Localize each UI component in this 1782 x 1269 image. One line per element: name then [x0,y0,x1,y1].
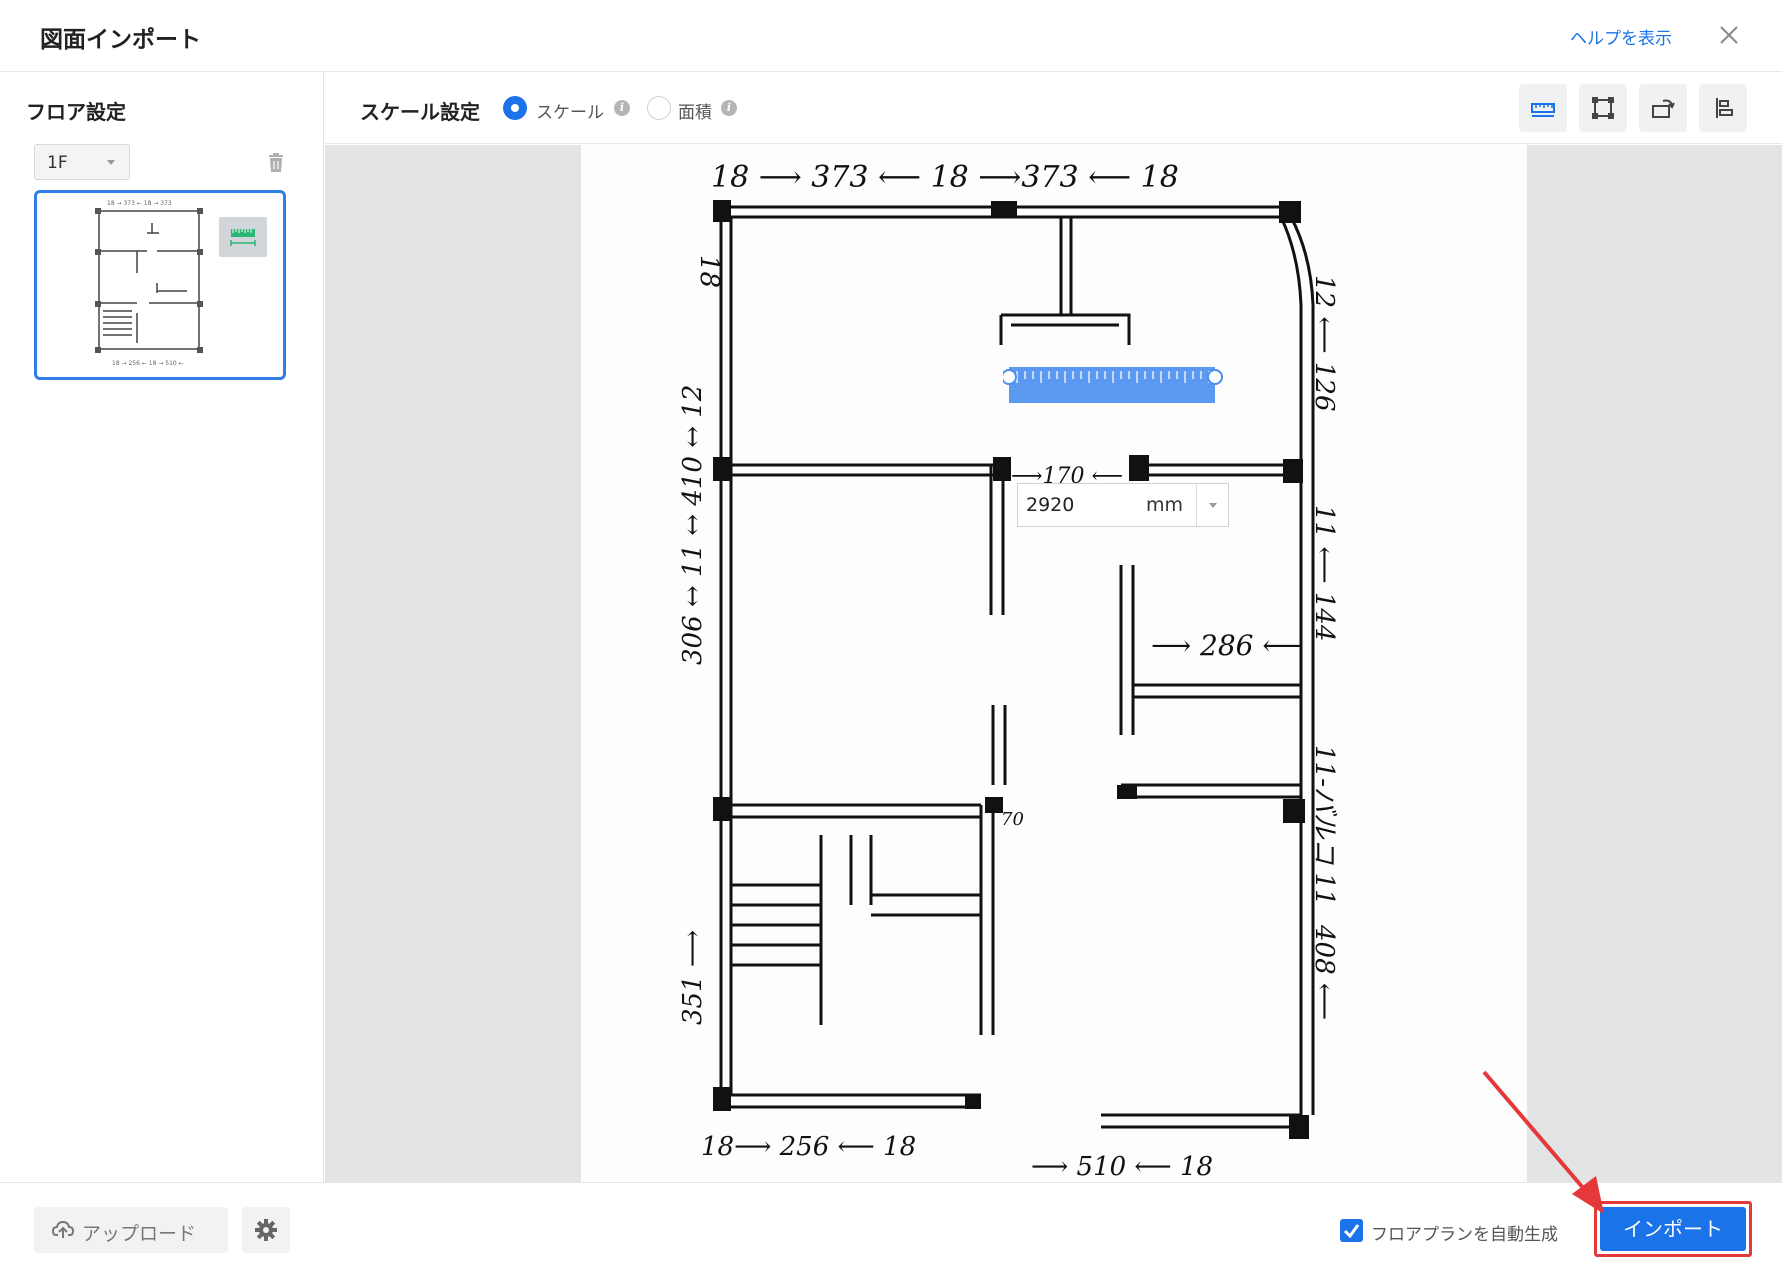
upload-button[interactable]: アップロード [34,1207,228,1253]
auto-generate-checkbox[interactable] [1340,1219,1363,1242]
svg-text:18 ⟶ 373 ⟵ 18 ⟶373 ⟵ 18: 18 ⟶ 373 ⟵ 18 ⟶373 ⟵ 18 [711,160,1179,195]
scale-radio[interactable] [503,96,527,120]
chevron-down-icon [107,160,115,165]
scale-radio-label[interactable]: スケール [536,98,604,123]
svg-text:70: 70 [1001,809,1024,830]
svg-text:12 ⟵ 126: 12 ⟵ 126 [1309,275,1339,412]
plan-canvas[interactable]: 18 ⟶ 373 ⟵ 18 ⟶373 ⟵ 18 18⟶ 256 ⟵ 18 ⟶ 5… [325,145,1782,1182]
svg-text:⟶ 510 ⟵ 18: ⟶ 510 ⟵ 18 [1031,1152,1213,1182]
svg-text:18⟶ 256 ⟵ 18: 18⟶ 256 ⟵ 18 [701,1132,916,1162]
svg-text:408 ⟵: 408 ⟵ [1309,924,1339,1020]
rotate-tool-icon[interactable] [1639,84,1687,132]
gear-icon [255,1219,277,1241]
check-icon [1343,1224,1360,1239]
area-radio[interactable] [647,96,671,120]
align-tool-icon[interactable] [1699,84,1747,132]
area-radio-label[interactable]: 面積 [678,98,712,123]
close-icon[interactable] [1714,20,1744,50]
settings-button[interactable] [242,1207,290,1253]
floor-sidebar: フロア設定 1F 18 → 373 ← 18 → 373 18 → 256 ← … [0,72,324,1182]
dimension-input-box: 2920 mm [1017,483,1229,527]
annotation-arrow-icon [1482,1070,1604,1214]
svg-text:11-バルコ 11: 11-バルコ 11 [1309,745,1339,906]
info-icon[interactable]: i [614,100,630,116]
svg-text:351 ⟶: 351 ⟶ [678,930,708,1025]
floor-thumbnail[interactable]: 18 → 373 ← 18 → 373 18 → 256 ← 18 → 510 … [34,190,286,380]
svg-text:18 → 256 ← 18 → 510 ←: 18 → 256 ← 18 → 510 ← [112,360,184,367]
chevron-down-icon[interactable] [1209,503,1217,508]
auto-generate-label[interactable]: フロアプランを自動生成 [1371,1220,1558,1245]
floor-select-value: 1F [47,153,68,173]
svg-text:⟶ 286 ⟵: ⟶ 286 ⟵ [1151,629,1303,662]
upload-label: アップロード [82,1223,197,1245]
floor-plan-image: 18 ⟶ 373 ⟵ 18 ⟶373 ⟵ 18 18⟶ 256 ⟵ 18 ⟶ 5… [581,145,1527,1182]
scale-badge [219,217,267,257]
dimension-divider [1196,484,1197,526]
scale-ruler[interactable] [1001,365,1243,405]
svg-text:18 → 373 ← 18 → 373: 18 → 373 ← 18 → 373 [107,200,172,207]
help-link[interactable]: ヘルプを表示 [1570,24,1672,49]
svg-text:18: 18 [694,255,724,288]
dialog-title: 図面インポート [40,27,201,53]
trash-icon[interactable] [266,152,286,174]
ruler-handle-left [1001,369,1017,385]
upload-cloud-icon [52,1220,74,1238]
ruler-handle-right [1207,369,1223,385]
crop-tool-icon[interactable] [1579,84,1627,132]
info-icon[interactable]: i [721,100,737,116]
floor-settings-heading: フロア設定 [26,100,126,124]
ruler-tool-icon[interactable] [1519,84,1567,132]
svg-text:306 ↔ 11 ↔ 410 ↔ 12: 306 ↔ 11 ↔ 410 ↔ 12 [678,385,708,665]
scale-settings-bar: スケール設定 スケール i 面積 i [325,72,1782,144]
ruler-icon [230,229,256,246]
dialog-header: 図面インポート ヘルプを表示 [0,0,1782,72]
floor-plan-drawing: 18 ⟶ 373 ⟵ 18 ⟶373 ⟵ 18 18⟶ 256 ⟵ 18 ⟶ 5… [678,160,1339,1182]
floor-select[interactable]: 1F [34,144,130,180]
svg-text:11 ⟵ 144: 11 ⟵ 144 [1309,505,1339,642]
import-dialog: 図面インポート ヘルプを表示 フロア設定 1F 18 → 373 ← 18 → … [0,0,1782,1269]
dimension-unit: mm [1146,494,1184,516]
scale-settings-label: スケール設定 [360,100,480,124]
dimension-input[interactable]: 2920 [1026,494,1074,516]
import-button[interactable]: インポート [1600,1207,1746,1251]
